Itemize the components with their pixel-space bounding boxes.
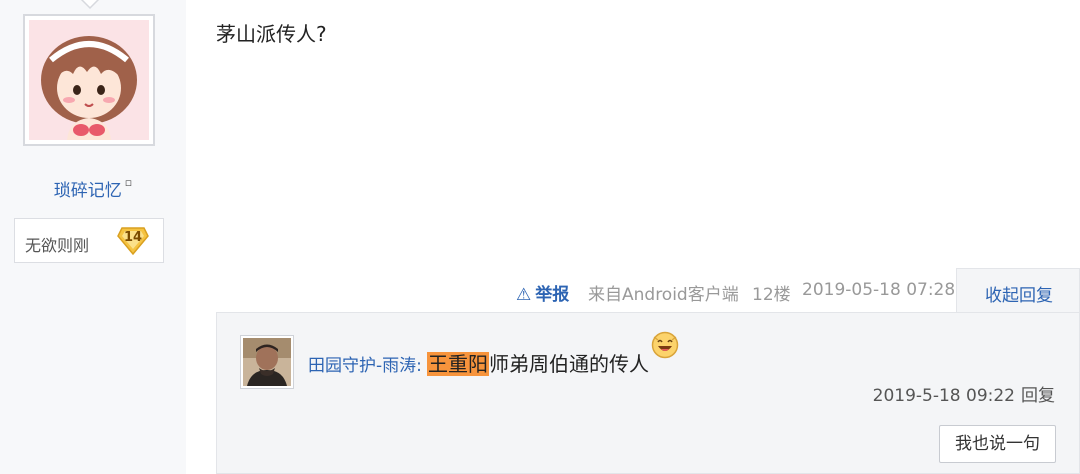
author-level-badge[interactable]: 无欲则刚 14 — [14, 218, 164, 263]
highlighted-keyword[interactable]: 王重阳 — [426, 352, 489, 376]
avatar-pointer-icon — [80, 0, 100, 10]
laughing-face-icon — [651, 331, 679, 359]
reply-username[interactable]: 田园守护-雨涛: — [308, 356, 422, 376]
post-time: 2019-05-18 07:28 — [802, 280, 956, 300]
author-column: 琐碎记忆 ▫ 无欲则刚 14 — [0, 0, 186, 474]
reply-content: 田园守护-雨涛: 王重阳师弟周伯通的传人 — [308, 331, 679, 376]
reply-button[interactable]: 回复 — [1021, 386, 1055, 406]
collapse-replies-label[interactable]: 收起回复 — [957, 281, 1080, 306]
post-content: 茅山派传人? — [216, 22, 327, 46]
report-label[interactable]: 举报 — [535, 285, 569, 305]
report-link[interactable]: ⚠ 举报 — [516, 280, 569, 305]
author-name-suffix: ▫ — [124, 176, 133, 189]
level-badge: 14 — [116, 224, 150, 256]
post-floor: 12楼 — [752, 285, 791, 305]
warning-icon: ⚠ — [516, 285, 532, 305]
reply-user-avatar[interactable] — [240, 335, 294, 389]
author-name-link[interactable]: 琐碎记忆 ▫ — [0, 176, 186, 201]
reply-panel: 田园守护-雨涛: 王重阳师弟周伯通的传人 2019-5-18 09:22 回复 我… — [216, 312, 1080, 474]
reply-text: 师弟周伯通的传人 — [488, 352, 649, 376]
girl-avatar-icon — [29, 20, 149, 140]
post-source: 来自Android客户端 — [588, 285, 739, 305]
collapse-replies-button[interactable]: 收起回复 — [956, 268, 1080, 314]
reply-time: 2019-5-18 09:22 — [872, 386, 1015, 406]
author-avatar[interactable] — [23, 14, 155, 146]
author-name-text[interactable]: 琐碎记忆 — [54, 181, 122, 201]
say-something-button[interactable]: 我也说一句 — [939, 425, 1056, 463]
level-name: 无欲则刚 — [25, 236, 90, 255]
man-avatar-icon — [243, 338, 291, 386]
reply-meta: 2019-5-18 09:22 回复 — [873, 381, 1055, 406]
level-number: 14 — [123, 230, 143, 245]
